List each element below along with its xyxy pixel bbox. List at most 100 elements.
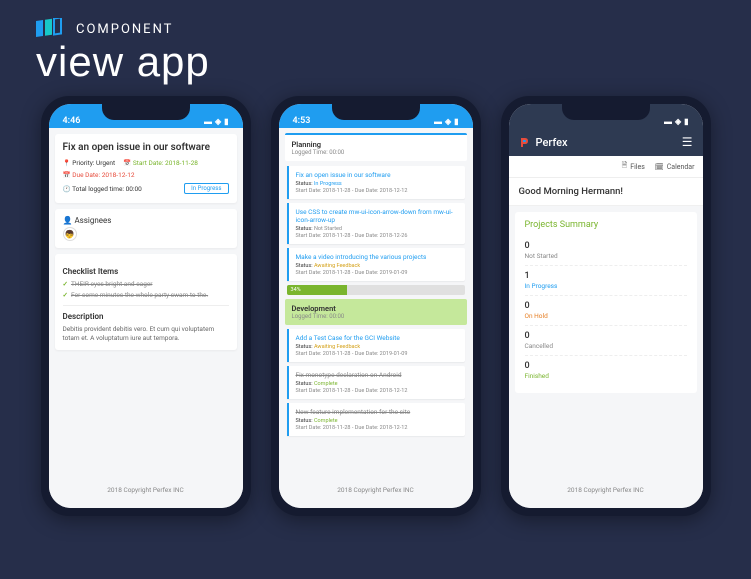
progress-fill: 34% <box>287 285 348 295</box>
app-name: Perfex <box>536 136 568 149</box>
status-badge[interactable]: In Progress <box>184 183 228 194</box>
summary-item[interactable]: 0Not Started <box>525 236 687 266</box>
summary-count: 0 <box>525 241 687 251</box>
task-title: Fix an open issue in our software <box>63 141 229 154</box>
task-item-title: Add a Test Case for the GCI Website <box>296 334 458 342</box>
wifi-icon: ◈ <box>215 117 221 126</box>
clock: 4:53 <box>293 116 311 126</box>
task-item-title: Make a video introducing the various pro… <box>296 253 458 261</box>
task-item[interactable]: Use CSS to create mw-ui-icon-arrow-down … <box>287 203 465 244</box>
phones-row: 4:46 ▬ ◈ ▮ Fix an open issue in our soft… <box>0 86 751 526</box>
brand-logo-icon <box>36 18 66 40</box>
task-item[interactable]: Add a Test Case for the GCI Website Statu… <box>287 329 465 362</box>
wifi-icon: ◈ <box>445 117 451 126</box>
checklist-text: For some minutes the whole party swam to… <box>71 291 208 299</box>
task-item[interactable]: Fix an open issue in our software Status:… <box>287 166 465 199</box>
task-item-dates: Start Date: 2018-11-28 - Due Date: 2018-… <box>296 425 458 431</box>
footer-text: 2018 Copyright Perfex INC <box>509 480 703 500</box>
summary-count: 0 <box>525 301 687 311</box>
summary-item[interactable]: 0On Hold <box>525 296 687 326</box>
signal-icon: ▬ <box>434 117 442 126</box>
summary-label: In Progress <box>525 282 687 290</box>
files-button[interactable]: 🗎 Files <box>622 161 645 172</box>
perfex-logo-icon <box>519 136 531 148</box>
brand-text: COMPONENT <box>76 22 173 37</box>
hamburger-icon[interactable]: ☰ <box>682 135 693 149</box>
task-item-title: Fix an open issue in our software <box>296 171 458 179</box>
logged-time: 🕐 Total logged time: 00:00 <box>63 185 142 193</box>
status-icons: ▬ ◈ ▮ <box>434 117 459 126</box>
task-item[interactable]: New feature implementation for the site S… <box>287 403 465 436</box>
app-logo[interactable]: Perfex <box>519 136 568 149</box>
battery-icon: ▮ <box>684 117 688 126</box>
stage-planning[interactable]: Planning Logged Time: 00:00 <box>285 133 467 161</box>
app-header: Perfex ☰ <box>509 128 703 156</box>
task-item-dates: Start Date: 2018-11-28 - Due Date: 2018-… <box>296 233 458 239</box>
summary-count: 0 <box>525 331 687 341</box>
task-item-status: Status: Awaiting Feedback <box>296 263 458 269</box>
summary-item[interactable]: 0Finished <box>525 356 687 385</box>
toolbar: 🗎 Files 🗓 Calendar <box>509 156 703 178</box>
greeting: Good Morning Hermann! <box>509 178 703 206</box>
page-title: view app <box>36 38 715 86</box>
task-item-status: Status: Complete <box>296 381 458 387</box>
task-item-title: New feature implementation for the site <box>296 408 458 416</box>
progress-bar: 34% <box>287 285 465 295</box>
assignees-card: 👤 Assignees 👦 <box>55 209 237 248</box>
summary-title: Projects Summary <box>525 220 687 230</box>
task-item[interactable]: Make a video introducing the various pro… <box>287 248 465 281</box>
check-icon: ✓ <box>63 291 68 299</box>
checklist-text: THEIR eyes bright and eager <box>71 280 153 288</box>
summary-item[interactable]: 0Cancelled <box>525 326 687 356</box>
footer-text: 2018 Copyright Perfex INC <box>49 480 243 500</box>
summary-count: 1 <box>525 271 687 281</box>
summary-card: Projects Summary 0Not Started1In Progres… <box>515 212 697 393</box>
stage-development[interactable]: Development Logged Time: 00:00 <box>285 299 467 325</box>
task-item-status: Status: Awaiting Feedback <box>296 344 458 350</box>
summary-label: Finished <box>525 372 687 380</box>
summary-count: 0 <box>525 361 687 371</box>
checklist-item[interactable]: ✓THEIR eyes bright and eager <box>63 280 229 288</box>
phone-notch <box>102 104 190 120</box>
checklist-card: Checklist Items ✓THEIR eyes bright and e… <box>55 254 237 350</box>
battery-icon: ▮ <box>224 117 228 126</box>
signal-icon: ▬ <box>204 117 212 126</box>
priority-label: 📍 Priority: Urgent <box>63 159 116 167</box>
assignees-title: 👤 Assignees <box>63 216 229 225</box>
checklist-item[interactable]: ✓For some minutes the whole party swam t… <box>63 291 229 299</box>
due-date: 📅 Due Date: 2018-12-12 <box>63 171 229 179</box>
task-item-dates: Start Date: 2018-11-28 - Due Date: 2019-… <box>296 270 458 276</box>
task-item[interactable]: Fix monotype declaration on Android Statu… <box>287 366 465 399</box>
task-item-dates: Start Date: 2018-11-28 - Due Date: 2018-… <box>296 188 458 194</box>
task-item-status: Status: Complete <box>296 418 458 424</box>
wifi-icon: ◈ <box>675 117 681 126</box>
divider <box>63 305 229 306</box>
task-item-dates: Start Date: 2018-11-28 - Due Date: 2019-… <box>296 351 458 357</box>
calendar-icon: 🗓 <box>655 163 664 171</box>
start-date: 📅 Start Date: 2018-11-28 <box>123 159 198 167</box>
battery-icon: ▮ <box>454 117 458 126</box>
stage-logged: Logged Time: 00:00 <box>292 149 460 156</box>
footer-text: 2018 Copyright Perfex INC <box>279 480 473 500</box>
description-title: Description <box>63 312 229 321</box>
phone-1: 4:46 ▬ ◈ ▮ Fix an open issue in our soft… <box>41 96 251 516</box>
file-icon: 🗎 <box>622 161 628 172</box>
stage-logged: Logged Time: 00:00 <box>292 313 460 320</box>
status-icons: ▬ ◈ ▮ <box>664 117 689 126</box>
task-item-title: Use CSS to create mw-ui-icon-arrow-down … <box>296 208 458 224</box>
summary-item[interactable]: 1In Progress <box>525 266 687 296</box>
stage-name: Planning <box>292 140 460 149</box>
summary-label: Not Started <box>525 252 687 260</box>
task-item-status: Status: In Progress <box>296 181 458 187</box>
summary-label: Cancelled <box>525 342 687 350</box>
task-card: Fix an open issue in our software 📍 Prio… <box>55 134 237 203</box>
calendar-button[interactable]: 🗓 Calendar <box>655 163 695 171</box>
phone-3: ▬ ◈ ▮ Perfex ☰ 🗎 Files <box>501 96 711 516</box>
stage-name: Development <box>292 304 460 313</box>
assignee-avatar[interactable]: 👦 <box>63 227 77 241</box>
description-text: Debitis provident debitis vero. Et cum q… <box>63 325 229 343</box>
task-item-status: Status: Not Started <box>296 226 458 232</box>
task-item-title: Fix monotype declaration on Android <box>296 371 458 379</box>
summary-label: On Hold <box>525 312 687 320</box>
signal-icon: ▬ <box>664 117 672 126</box>
